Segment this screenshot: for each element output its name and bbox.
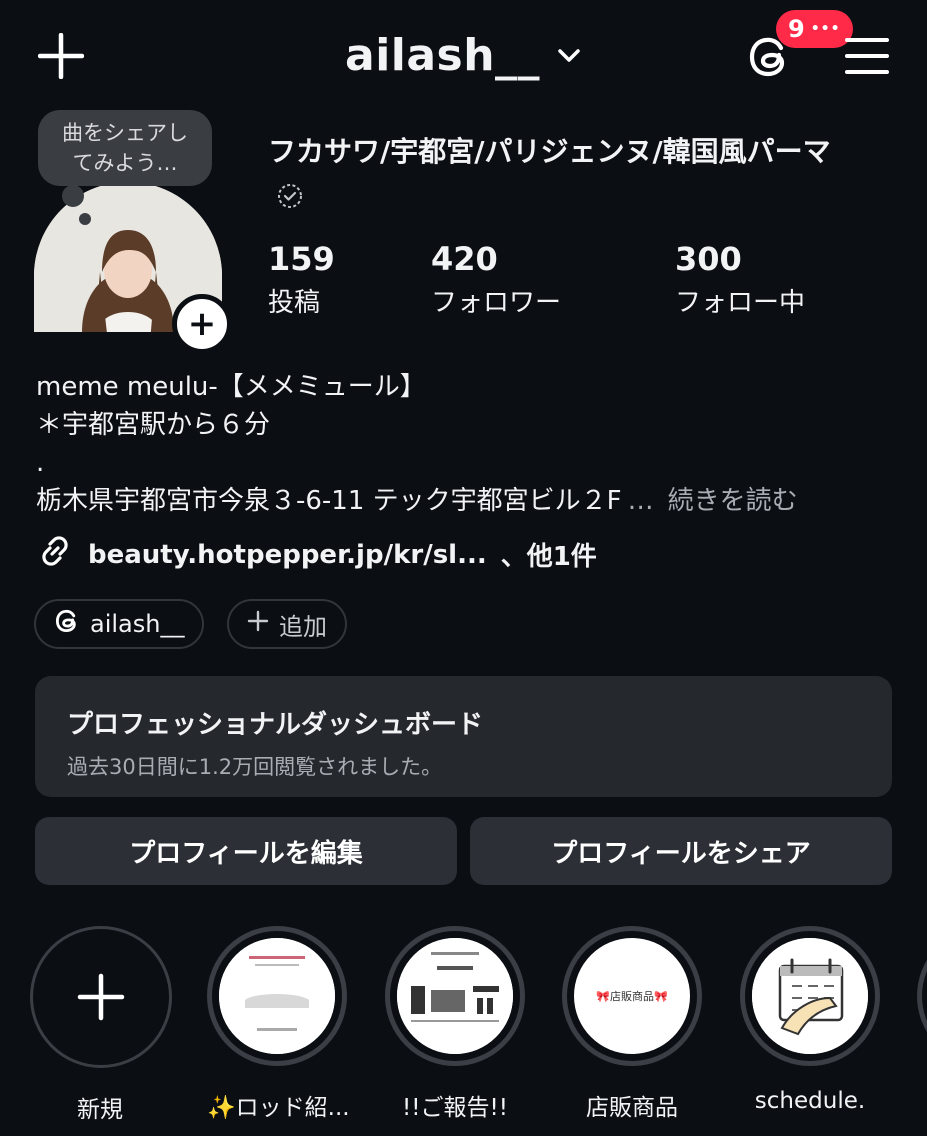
note-bubble-dot — [79, 213, 91, 225]
threads-chip-label: ailash__ — [90, 610, 185, 638]
bio: meme meulu-【メメミュール】 ＊宇都宮駅から６分 . 栃木県宇都宮市今… — [36, 368, 896, 520]
bio-line: meme meulu-【メメミュール】 — [36, 372, 426, 402]
stat-following-value: 300 — [675, 240, 742, 278]
highlight-label: 新規 — [77, 1097, 123, 1123]
chevron-down-icon[interactable] — [556, 44, 582, 70]
highlight-new-ring — [30, 926, 172, 1068]
dashboard-title: プロフェッショナルダッシュボード — [67, 710, 484, 740]
stat-posts[interactable]: 159 投稿 — [268, 240, 335, 319]
badge-count: 9 — [788, 15, 805, 43]
highlight-label: ✨ロッド紹... — [207, 1095, 350, 1121]
bio-more-ellipsis: … — [627, 486, 654, 516]
highlight-ring — [207, 926, 347, 1066]
highlight-label: !!ご報告!! — [402, 1095, 508, 1121]
account-username[interactable]: ailash__ — [345, 30, 540, 81]
highlight-ring: 🎀店販商品🎀 — [562, 926, 702, 1066]
stat-following[interactable]: 300 フォロー中 — [675, 240, 805, 319]
highlight-ring — [740, 926, 880, 1066]
notification-badge: 9 ••• — [776, 10, 853, 48]
note-bubble-dot — [62, 185, 84, 207]
add-chip-label: 追加 — [279, 612, 327, 641]
display-name: フカサワ/宇都宮/パリジェンヌ/韓国風パーマ — [268, 128, 838, 225]
plus-icon — [77, 973, 125, 1021]
threads-chip[interactable]: ailash__ — [34, 599, 205, 649]
bio-more-link[interactable]: 続きを読む — [668, 486, 798, 516]
profile-link[interactable]: beauty.hotpepper.jp/kr/sl... — [88, 540, 487, 570]
highlight-cover — [397, 938, 513, 1054]
calendar-icon — [752, 938, 868, 1054]
highlight-label: schedule. — [754, 1088, 866, 1114]
add-chip[interactable]: 追加 — [227, 599, 347, 649]
bio-line: 栃木県宇都宮市今泉３-6-11 テック宇都宮ビル２F — [36, 486, 622, 516]
highlight-item[interactable]: !!ご報告!! — [385, 926, 525, 1122]
badge-more: ••• — [810, 21, 841, 37]
highlight-cover-text: 🎀店販商品🎀 — [596, 990, 668, 1003]
threads-icon — [54, 608, 80, 640]
plus-icon — [247, 610, 269, 638]
highlight-item[interactable]: ✨ロッド紹... — [207, 926, 350, 1122]
bio-line: . — [36, 448, 45, 478]
profile-link-more[interactable]: 、他1件 — [501, 536, 597, 573]
highlight-new[interactable]: 新規 — [30, 926, 172, 1124]
stat-followers-label: フォロワー — [431, 288, 562, 318]
bio-line: ＊宇都宮駅から６分 — [36, 410, 271, 440]
bio-line-last: 栃木県宇都宮市今泉３-6-11 テック宇都宮ビル２F… 続きを読む — [36, 482, 896, 520]
note-bubble[interactable]: 曲をシェアし てみよう… — [38, 110, 212, 186]
verified-icon — [276, 177, 304, 225]
highlight-item-partial[interactable] — [917, 926, 927, 1066]
stat-posts-label: 投稿 — [268, 288, 321, 318]
stat-posts-value: 159 — [268, 240, 335, 278]
create-icon[interactable] — [38, 33, 84, 79]
edit-profile-button[interactable]: プロフィールを編集 — [35, 817, 457, 885]
highlight-cover: 🎀店販商品🎀 — [574, 938, 690, 1054]
stat-followers-value: 420 — [431, 240, 498, 278]
link-icon — [36, 532, 74, 577]
menu-icon[interactable] — [844, 36, 890, 76]
stat-followers[interactable]: 420 フォロワー — [431, 240, 561, 319]
stat-following-label: フォロー中 — [675, 288, 806, 318]
profile-link-row[interactable]: beauty.hotpepper.jp/kr/sl... 、他1件 — [36, 532, 597, 577]
highlight-ring — [385, 926, 525, 1066]
highlight-cover — [219, 938, 335, 1054]
display-name-text: フカサワ/宇都宮/パリジェンヌ/韓国風パーマ — [268, 135, 831, 168]
dashboard-subtitle: 過去30日間に1.2万回閲覧されました。 — [67, 755, 443, 779]
highlight-label: 店販商品 — [586, 1095, 678, 1121]
professional-dashboard-card[interactable]: プロフェッショナルダッシュボード 過去30日間に1.2万回閲覧されました。 — [35, 676, 892, 797]
add-story-button[interactable]: + — [172, 294, 232, 354]
share-profile-button[interactable]: プロフィールをシェア — [470, 817, 892, 885]
highlight-item[interactable]: schedule. — [740, 926, 880, 1114]
highlight-item[interactable]: 🎀店販商品🎀 店販商品 — [562, 926, 702, 1122]
